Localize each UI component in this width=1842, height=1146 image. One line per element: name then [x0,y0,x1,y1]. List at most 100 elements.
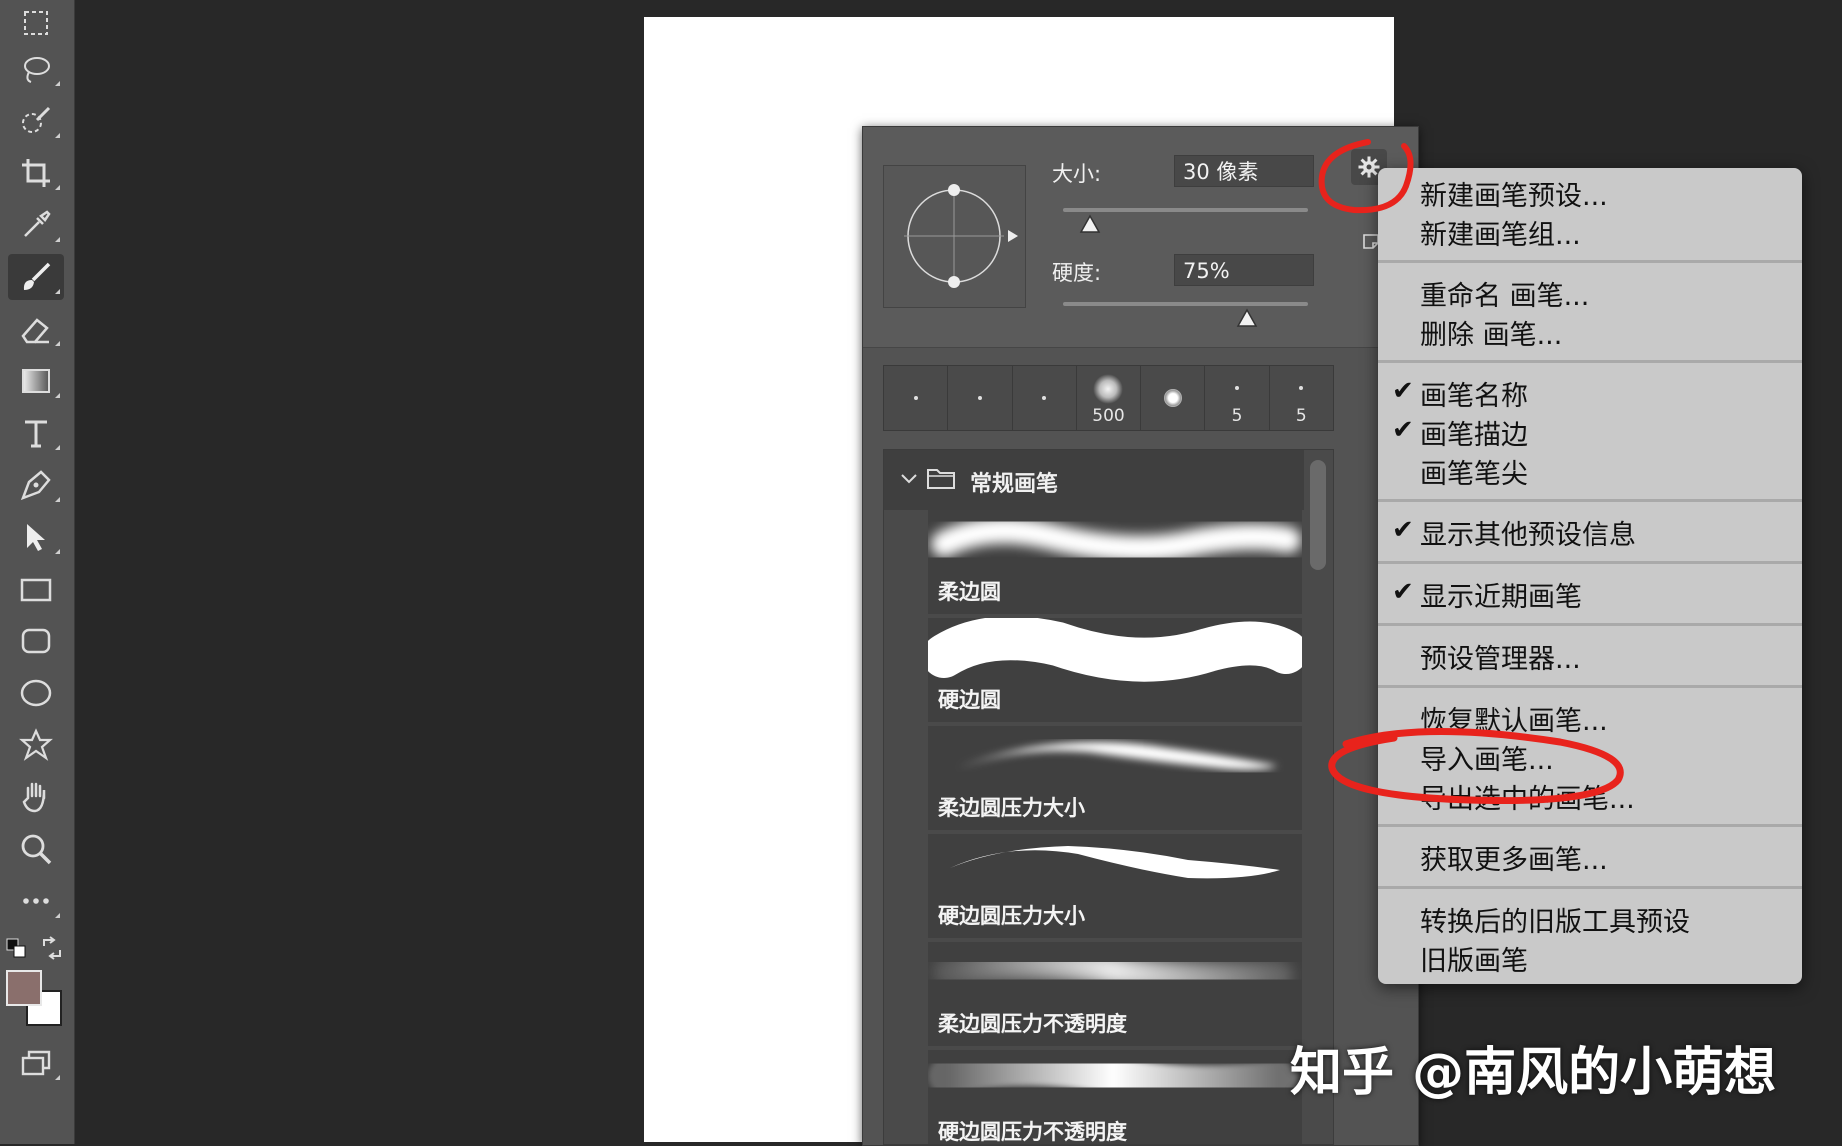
soft-round-stroke-icon [931,517,1301,562]
pen-tool[interactable] [8,462,64,508]
recent-brush[interactable]: 500 [1077,366,1142,430]
ellipse-tool[interactable] [8,670,64,716]
marquee-icon [24,11,48,35]
brush-list-scrollbar[interactable] [1310,460,1326,570]
custom-shape-icon [19,728,53,761]
watermark-text: 知乎 @南风的小萌想 [1290,1043,1777,1103]
brush-tip-preview[interactable] [883,165,1026,308]
menu-item-converted-legacy-tool-presets[interactable]: 转换后的旧版工具预设 [1420,900,1690,939]
brush-name: 柔边圆 [938,580,1001,604]
checkmark-icon: ✔ [1392,577,1414,607]
menu-item-brush-name[interactable]: 画笔名称 [1420,374,1528,413]
foreground-color-swatch[interactable] [6,970,42,1006]
menu-item-brush-stroke[interactable]: 画笔描边 [1420,413,1528,452]
size-field[interactable]: 30 像素 [1174,155,1314,187]
screen-mode-button[interactable] [8,1040,64,1086]
quick-selection-tool[interactable] [8,98,64,144]
size-slider-thumb[interactable] [1078,210,1102,234]
menu-item-new-brush-group[interactable]: 新建画笔组... [1420,213,1581,252]
rounded-rectangle-icon [21,628,51,654]
rectangular-marquee-tool[interactable] [8,0,64,46]
recent-brush-label: 5 [1295,406,1307,426]
soft-round-pressure-size-stroke-icon [958,742,1278,770]
crop-tool[interactable] [8,150,64,196]
menu-separator [1378,824,1802,827]
brush-name: 柔边圆压力不透明度 [938,1012,1127,1036]
eraser-tool[interactable] [8,306,64,352]
menu-item-show-additional-preset-info[interactable]: 显示其他预设信息 [1420,513,1636,552]
brush-panel-menu: 新建画笔预设... 新建画笔组... 重命名 画笔... 删除 画笔... ✔ … [1378,168,1802,984]
menu-item-preset-manager[interactable]: 预设管理器... [1420,637,1581,676]
type-tool[interactable] [8,410,64,456]
menu-item-show-recent-brushes[interactable]: 显示近期画笔 [1420,575,1582,614]
more-icon [23,898,49,904]
eyedropper-tool[interactable] [8,202,64,248]
hard-round-pressure-opacity-stroke-icon [928,1050,1298,1106]
menu-separator [1378,886,1802,889]
arrow-icon [27,524,45,551]
rounded-rectangle-tool[interactable] [8,618,64,664]
recent-brush[interactable] [1013,366,1077,430]
menu-item-get-more-brushes[interactable]: 获取更多画笔... [1420,838,1608,877]
menu-item-new-brush-preset[interactable]: 新建画笔预设... [1420,174,1608,213]
hardness-slider[interactable] [1063,302,1308,327]
type-icon [25,420,47,448]
brush-item[interactable]: 柔边圆压力不透明度 [928,942,1302,1048]
recent-brush[interactable]: 5 [1205,366,1270,430]
recent-brush[interactable]: 5 [1270,366,1333,430]
lasso-icon [24,57,50,83]
more-tools[interactable] [8,878,64,924]
menu-separator [1378,561,1802,564]
menu-item-legacy-brushes[interactable]: 旧版画笔 [1420,939,1528,978]
recent-brush[interactable] [884,366,949,430]
hardness-label: 硬度: [1052,261,1102,285]
menu-separator [1378,685,1802,688]
swap-colors-icon[interactable] [40,936,64,960]
hardness-slider-thumb[interactable] [1235,304,1259,328]
menu-item-restore-default-brushes[interactable]: 恢复默认画笔... [1420,699,1608,738]
recent-brush-label: 5 [1231,406,1243,426]
brush-name: 硬边圆压力大小 [938,904,1085,928]
brush-item[interactable]: 柔边圆 [928,510,1302,616]
size-slider[interactable] [1063,208,1308,233]
hand-icon [22,782,46,813]
screen-mode-icon [21,1050,51,1076]
brush-group-header[interactable]: 常规画笔 [884,450,1304,510]
folder-icon [927,469,955,489]
brush-item[interactable]: 硬边圆压力大小 [928,834,1302,940]
chevron-down-icon[interactable] [900,472,918,486]
brush-item[interactable]: 硬边圆压力不透明度 [928,1050,1302,1144]
brush-angle-icon [904,184,1018,288]
recent-brushes-strip: 500 5 5 [883,365,1334,431]
menu-separator [1378,623,1802,626]
brush-tool[interactable] [8,254,64,300]
recent-brush[interactable] [948,366,1013,430]
zoom-tool[interactable] [8,826,64,872]
brush-item[interactable]: 硬边圆 [928,618,1302,724]
brush-name: 柔边圆压力大小 [938,796,1085,820]
tools-panel [0,0,75,1144]
pen-icon [20,470,51,501]
eraser-icon [21,318,49,344]
recent-brush-label: 500 [1092,406,1125,426]
path-selection-tool[interactable] [8,514,64,560]
menu-item-import-brushes[interactable]: 导入画笔... [1420,738,1554,777]
hardness-field[interactable]: 75% [1174,254,1314,286]
menu-separator [1378,260,1802,263]
custom-shape-tool[interactable] [8,722,64,768]
gradient-tool[interactable] [8,358,64,404]
brush-name: 硬边圆压力不透明度 [938,1120,1127,1144]
default-colors-icon[interactable] [6,938,28,960]
menu-item-brush-tip[interactable]: 画笔笔尖 [1420,452,1528,491]
checkmark-icon: ✔ [1392,415,1414,445]
recent-brush[interactable] [1141,366,1206,430]
menu-item-delete-brush[interactable]: 删除 画笔... [1420,313,1562,352]
rectangle-tool[interactable] [8,566,64,612]
brush-item[interactable]: 柔边圆压力大小 [928,726,1302,832]
menu-item-export-selected-brushes[interactable]: 导出选中的画笔... [1420,777,1635,816]
quick-selection-icon [22,106,51,133]
menu-item-rename-brush[interactable]: 重命名 画笔... [1420,274,1589,313]
hand-tool[interactable] [8,774,64,820]
lasso-tool[interactable] [8,46,64,92]
brush-list: 常规画笔 柔边圆 硬边圆 柔边圆压力大小 硬边圆压力大小 柔边圆压力不透明度 硬… [883,449,1334,1145]
